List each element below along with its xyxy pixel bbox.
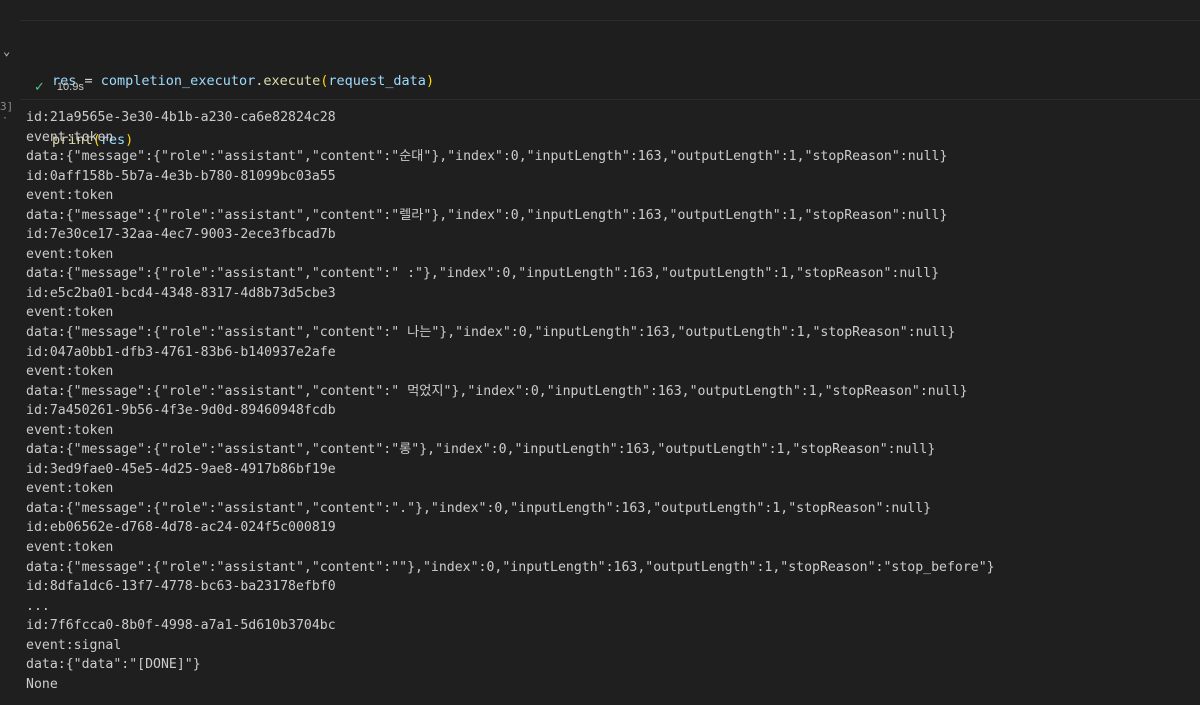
output-line: event:token [26, 129, 114, 145]
notebook-page: ⌄ 3] res = completion_executor.execute(r… [0, 0, 1200, 705]
chevron-down-icon[interactable]: ⌄ [3, 44, 10, 58]
top-bar [0, 0, 1200, 20]
output-marker-icon: · [2, 113, 9, 124]
output-line: id:e5c2ba01-bcd4-4348-8317-4d8b73d5cbe3 [26, 285, 336, 301]
output-line: data:{"message":{"role":"assistant","con… [26, 325, 956, 341]
output-line: id:7f6fcca0-8b0f-4998-a7a1-5d610b3704bc [26, 618, 336, 634]
check-icon: ✓ [34, 79, 45, 95]
output-line: data:{"message":{"role":"assistant","con… [26, 207, 948, 223]
output-line: id:21a9565e-3e30-4b1b-a230-ca6e82824c28 [26, 110, 336, 125]
output-line: ... [26, 598, 50, 614]
cell-gutter: ⌄ 3] [0, 20, 20, 113]
cell-output[interactable]: id:21a9565e-3e30-4b1b-a230-ca6e82824c28 e… [26, 108, 1196, 694]
execution-status: ✓ 10.9s [34, 78, 84, 96]
bottom-edge [0, 699, 1200, 705]
output-line: event:token [26, 422, 114, 438]
output-line: data:{"message":{"role":"assistant","con… [26, 442, 936, 458]
output-line: id:047a0bb1-dfb3-4761-83b6-b140937e2afe [26, 344, 336, 360]
output-line: event:token [26, 246, 114, 262]
output-line: id:8dfa1dc6-13f7-4778-bc63-ba23178efbf0 [26, 579, 336, 595]
output-line: event:token [26, 188, 114, 204]
output-line: event:token [26, 540, 114, 556]
output-line: data:{"message":{"role":"assistant","con… [26, 559, 995, 575]
execution-duration: 10.9s [56, 81, 84, 93]
code-token-object: completion_executor [100, 73, 256, 89]
code-line-1: res = completion_executor.execute(reques… [52, 72, 434, 92]
output-line: data:{"message":{"role":"assistant","con… [26, 500, 932, 516]
output-line: event:token [26, 305, 114, 321]
output-line: event:token [26, 364, 114, 380]
output-line: id:7a450261-9b56-4f3e-9d0d-89460948fcdb [26, 403, 336, 419]
output-line: id:7e30ce17-32aa-4ec7-9003-2ece3fbcad7b [26, 227, 336, 243]
output-line: data:{"data":"[DONE]"} [26, 657, 201, 673]
code-token-method: execute [263, 73, 321, 89]
output-line: data:{"message":{"role":"assistant","con… [26, 383, 968, 399]
output-line: None [26, 676, 58, 692]
output-line: id:3ed9fae0-45e5-4d25-9ae8-4917b86bf19e [26, 461, 336, 477]
output-line: data:{"message":{"role":"assistant","con… [26, 266, 940, 282]
code-token-close-paren: ) [425, 73, 435, 89]
output-line: id:eb06562e-d768-4d78-ac24-024f5c000819 [26, 520, 336, 536]
output-line: event:token [26, 481, 114, 497]
output-line: data:{"message":{"role":"assistant","con… [26, 149, 948, 165]
output-line: id:0aff158b-5b7a-4e3b-b780-81099bc03a55 [26, 168, 336, 184]
execution-count: 3] [0, 100, 14, 113]
code-token-argument: request_data [328, 73, 426, 89]
output-line: event:signal [26, 637, 122, 653]
